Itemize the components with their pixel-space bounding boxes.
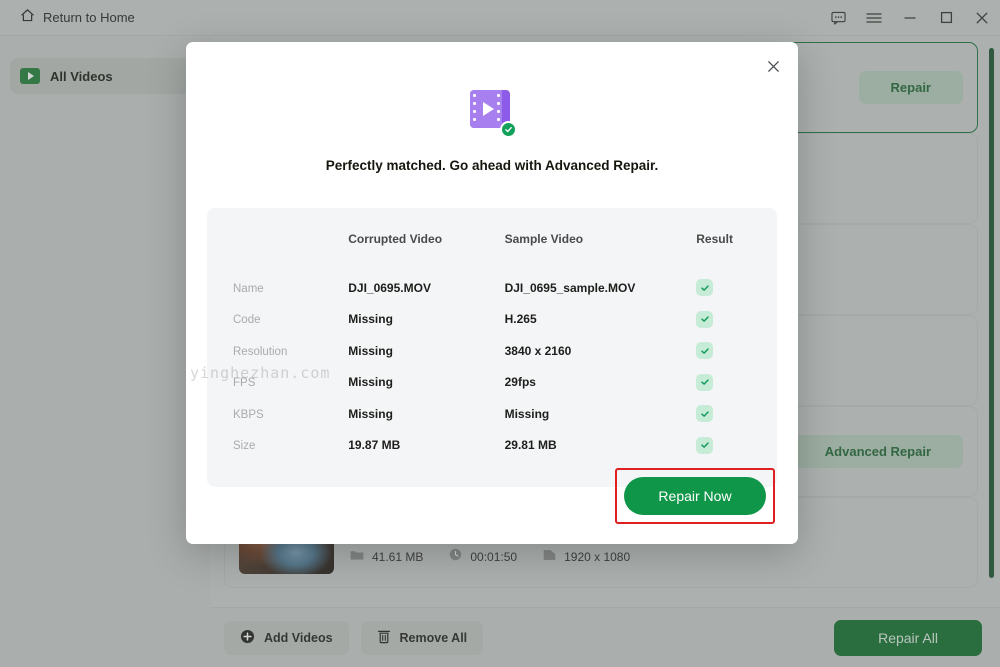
app-window: Return to Home All Videos Repair Advance… bbox=[0, 0, 1000, 667]
result-check-icon bbox=[696, 436, 714, 454]
comparison-table: Corrupted Video Sample Video Result Name… bbox=[207, 232, 777, 461]
table-row: Code Missing H.265 bbox=[207, 304, 777, 336]
sample-value: DJI_0695_sample.MOV bbox=[504, 280, 636, 295]
th-property bbox=[207, 232, 348, 272]
dialog-close-icon[interactable] bbox=[760, 53, 786, 79]
primary-action-highlight: Repair Now bbox=[615, 468, 775, 524]
match-result-dialog: Perfectly matched. Go ahead with Advance… bbox=[186, 42, 798, 544]
corrupted-value: 19.87 MB bbox=[348, 438, 401, 453]
sample-value: 3840 x 2160 bbox=[504, 343, 572, 358]
row-label: Resolution bbox=[233, 345, 288, 358]
table-row: FPS Missing 29fps bbox=[207, 367, 777, 399]
result-check-icon bbox=[696, 310, 714, 328]
result-check-icon bbox=[696, 279, 714, 297]
table-row: Resolution Missing 3840 x 2160 bbox=[207, 335, 777, 367]
corrupted-value: Missing bbox=[348, 406, 393, 421]
th-corrupted-video: Corrupted Video bbox=[348, 232, 443, 246]
corrupted-value: Missing bbox=[348, 343, 393, 358]
table-row: KBPS Missing Missing bbox=[207, 398, 777, 430]
result-check-icon bbox=[696, 373, 714, 391]
result-check-icon bbox=[696, 405, 714, 423]
repair-now-button[interactable]: Repair Now bbox=[624, 477, 766, 515]
row-label: KBPS bbox=[233, 408, 264, 421]
corrupted-value: DJI_0695.MOV bbox=[348, 280, 431, 295]
video-matched-icon bbox=[466, 86, 518, 138]
sample-value: H.265 bbox=[504, 312, 537, 327]
table-row: Name DJI_0695.MOV DJI_0695_sample.MOV bbox=[207, 272, 777, 304]
dialog-title: Perfectly matched. Go ahead with Advance… bbox=[325, 158, 659, 173]
row-label: Name bbox=[233, 282, 264, 295]
result-check-icon bbox=[696, 342, 714, 360]
corrupted-value: Missing bbox=[348, 312, 393, 327]
sample-value: Missing bbox=[504, 406, 550, 421]
th-result: Result bbox=[696, 232, 733, 246]
row-label: FPS bbox=[233, 377, 256, 390]
corrupted-value: Missing bbox=[348, 375, 393, 390]
row-label: Size bbox=[233, 440, 256, 453]
th-sample-video: Sample Video bbox=[504, 232, 584, 246]
table-row: Size 19.87 MB 29.81 MB bbox=[207, 430, 777, 462]
row-label: Code bbox=[233, 314, 261, 327]
table-header-row: Corrupted Video Sample Video Result bbox=[207, 232, 777, 272]
sample-value: 29fps bbox=[504, 375, 536, 390]
comparison-table-panel: yinghezhan.com Corrupted Video Sample Vi… bbox=[190, 208, 777, 487]
sample-value: 29.81 MB bbox=[504, 438, 557, 453]
